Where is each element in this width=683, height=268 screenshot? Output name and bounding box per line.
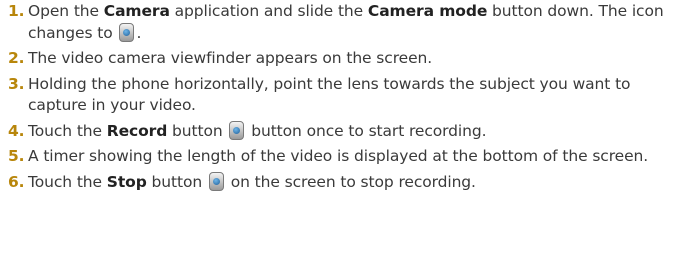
step-number: 3. bbox=[8, 74, 25, 93]
stop-icon bbox=[208, 171, 224, 191]
step-text: button bbox=[146, 172, 207, 191]
step-text: Open the bbox=[28, 2, 104, 20]
step-6: 6. Touch the Stop button on the screen t… bbox=[8, 171, 680, 194]
button-name-record: Record bbox=[106, 121, 168, 140]
step-number: 6. bbox=[8, 172, 25, 191]
step-number: 1. bbox=[8, 2, 25, 20]
step-text: on the screen to stop recording. bbox=[225, 172, 476, 191]
step-text: Holding the phone horizontally, point th… bbox=[28, 74, 631, 115]
app-name-camera: Camera bbox=[103, 2, 170, 20]
step-text: Touch the bbox=[28, 172, 107, 191]
record-icon bbox=[229, 120, 245, 140]
step-number: 4. bbox=[8, 121, 25, 140]
step-text: button bbox=[167, 121, 228, 140]
step-text: application and slide the bbox=[169, 2, 368, 20]
step-3: 3. Holding the phone horizontally, point… bbox=[8, 74, 680, 117]
step-number: 5. bbox=[8, 147, 25, 165]
step-text: Touch the bbox=[28, 121, 107, 140]
step-number: 2. bbox=[8, 49, 25, 67]
step-text: A timer showing the length of the video … bbox=[28, 147, 649, 165]
video-mode-icon bbox=[119, 22, 135, 42]
step-text: button once to start recording. bbox=[246, 121, 487, 140]
step-text: The video camera viewfinder appears on t… bbox=[28, 49, 433, 67]
step-5: 5. A timer showing the length of the vid… bbox=[8, 146, 680, 168]
step-2: 2. The video camera viewfinder appears o… bbox=[8, 48, 680, 70]
step-1: 1. Open the Camera application and slide… bbox=[8, 1, 680, 44]
button-name-stop: Stop bbox=[106, 172, 147, 191]
step-text: . bbox=[136, 23, 142, 42]
button-name-camera-mode: Camera mode bbox=[367, 2, 488, 20]
instruction-list: 1. Open the Camera application and slide… bbox=[8, 1, 680, 197]
step-4: 4. Touch the Record button button once t… bbox=[8, 120, 680, 143]
